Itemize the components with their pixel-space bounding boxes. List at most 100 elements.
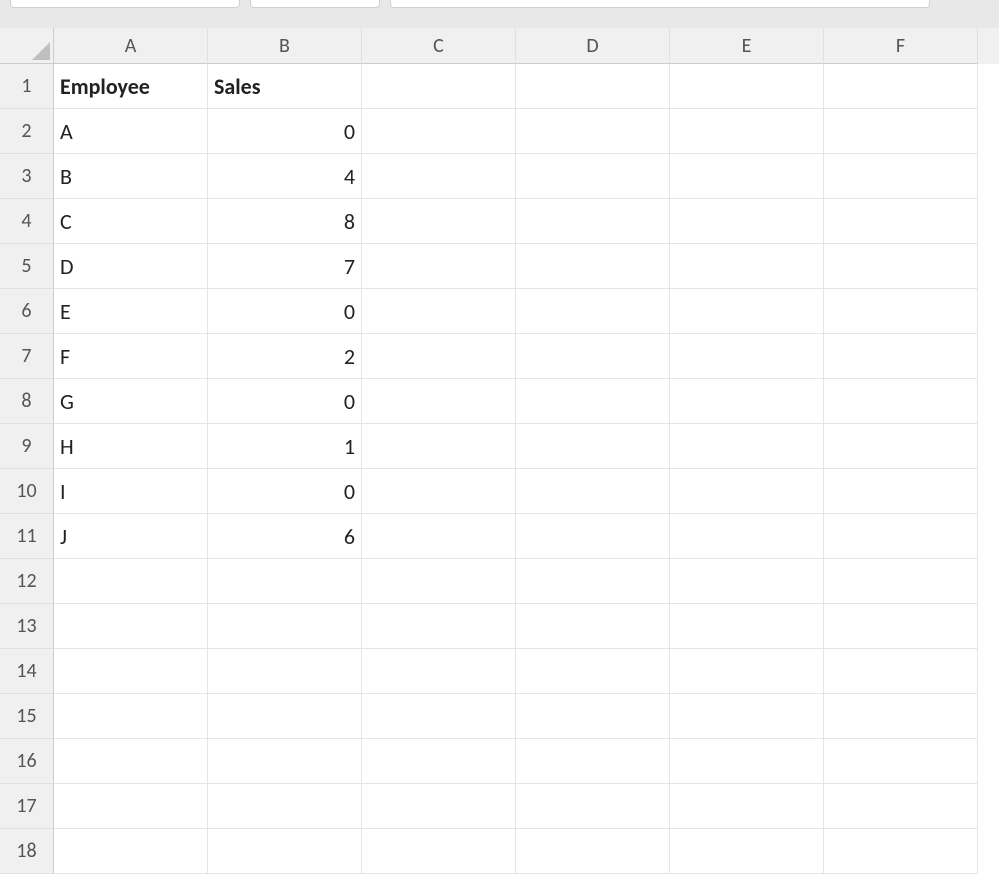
cell-B9[interactable]: 1 <box>208 424 362 469</box>
cell-C15[interactable] <box>362 694 516 739</box>
cell-C8[interactable] <box>362 379 516 424</box>
cell-C7[interactable] <box>362 334 516 379</box>
cell-F15[interactable] <box>824 694 978 739</box>
cell-A5[interactable]: D <box>54 244 208 289</box>
cell-E2[interactable] <box>670 109 824 154</box>
row-header[interactable]: 3 <box>0 154 54 199</box>
cell-E11[interactable] <box>670 514 824 559</box>
cell-E5[interactable] <box>670 244 824 289</box>
cell-D12[interactable] <box>516 559 670 604</box>
cell-D11[interactable] <box>516 514 670 559</box>
row-header[interactable]: 9 <box>0 424 54 469</box>
cell-A4[interactable]: C <box>54 199 208 244</box>
column-header[interactable]: A <box>54 28 208 64</box>
cell-F11[interactable] <box>824 514 978 559</box>
cell-B15[interactable] <box>208 694 362 739</box>
cell-A15[interactable] <box>54 694 208 739</box>
cell-E15[interactable] <box>670 694 824 739</box>
cell-A7[interactable]: F <box>54 334 208 379</box>
cell-D8[interactable] <box>516 379 670 424</box>
cell-B17[interactable] <box>208 784 362 829</box>
cell-D9[interactable] <box>516 424 670 469</box>
cell-B8[interactable]: 0 <box>208 379 362 424</box>
cell-A13[interactable] <box>54 604 208 649</box>
cell-C9[interactable] <box>362 424 516 469</box>
cell-D16[interactable] <box>516 739 670 784</box>
cell-F16[interactable] <box>824 739 978 784</box>
cell-A2[interactable]: A <box>54 109 208 154</box>
row-header[interactable]: 6 <box>0 289 54 334</box>
column-header[interactable]: F <box>824 28 978 64</box>
cell-E13[interactable] <box>670 604 824 649</box>
cell-D1[interactable] <box>516 64 670 109</box>
row-header[interactable]: 5 <box>0 244 54 289</box>
cell-F12[interactable] <box>824 559 978 604</box>
cell-A6[interactable]: E <box>54 289 208 334</box>
cell-C14[interactable] <box>362 649 516 694</box>
cell-A12[interactable] <box>54 559 208 604</box>
cell-F8[interactable] <box>824 379 978 424</box>
cell-B7[interactable]: 2 <box>208 334 362 379</box>
cell-F3[interactable] <box>824 154 978 199</box>
cell-D5[interactable] <box>516 244 670 289</box>
row-header[interactable]: 8 <box>0 379 54 424</box>
cell-D17[interactable] <box>516 784 670 829</box>
cell-B5[interactable]: 7 <box>208 244 362 289</box>
column-header[interactable]: B <box>208 28 362 64</box>
cell-D18[interactable] <box>516 829 670 874</box>
cell-A17[interactable] <box>54 784 208 829</box>
cell-A9[interactable]: H <box>54 424 208 469</box>
cell-F9[interactable] <box>824 424 978 469</box>
row-header[interactable]: 11 <box>0 514 54 559</box>
cell-C3[interactable] <box>362 154 516 199</box>
cell-C1[interactable] <box>362 64 516 109</box>
row-header[interactable]: 14 <box>0 649 54 694</box>
cell-D13[interactable] <box>516 604 670 649</box>
row-header[interactable]: 13 <box>0 604 54 649</box>
cell-B14[interactable] <box>208 649 362 694</box>
row-header[interactable]: 7 <box>0 334 54 379</box>
cell-C18[interactable] <box>362 829 516 874</box>
cell-B13[interactable] <box>208 604 362 649</box>
cell-F18[interactable] <box>824 829 978 874</box>
cell-D10[interactable] <box>516 469 670 514</box>
row-header[interactable]: 15 <box>0 694 54 739</box>
cell-F1[interactable] <box>824 64 978 109</box>
cell-F5[interactable] <box>824 244 978 289</box>
cell-A3[interactable]: B <box>54 154 208 199</box>
cell-E3[interactable] <box>670 154 824 199</box>
cell-E4[interactable] <box>670 199 824 244</box>
cell-E1[interactable] <box>670 64 824 109</box>
row-header[interactable]: 1 <box>0 64 54 109</box>
cell-B11[interactable]: 6 <box>208 514 362 559</box>
cell-E6[interactable] <box>670 289 824 334</box>
cell-C13[interactable] <box>362 604 516 649</box>
cell-F6[interactable] <box>824 289 978 334</box>
cell-D2[interactable] <box>516 109 670 154</box>
row-header[interactable]: 18 <box>0 829 54 874</box>
cell-C6[interactable] <box>362 289 516 334</box>
cell-C12[interactable] <box>362 559 516 604</box>
cell-E17[interactable] <box>670 784 824 829</box>
cell-C11[interactable] <box>362 514 516 559</box>
cell-B12[interactable] <box>208 559 362 604</box>
cell-B10[interactable]: 0 <box>208 469 362 514</box>
cell-E16[interactable] <box>670 739 824 784</box>
cell-F13[interactable] <box>824 604 978 649</box>
cell-A11[interactable]: J <box>54 514 208 559</box>
cell-C16[interactable] <box>362 739 516 784</box>
select-all-corner[interactable] <box>0 28 54 64</box>
cell-F7[interactable] <box>824 334 978 379</box>
cell-E18[interactable] <box>670 829 824 874</box>
cell-D6[interactable] <box>516 289 670 334</box>
cell-F17[interactable] <box>824 784 978 829</box>
row-header[interactable]: 4 <box>0 199 54 244</box>
cell-B6[interactable]: 0 <box>208 289 362 334</box>
cell-D14[interactable] <box>516 649 670 694</box>
column-header[interactable]: D <box>516 28 670 64</box>
cell-F4[interactable] <box>824 199 978 244</box>
cell-D3[interactable] <box>516 154 670 199</box>
cell-D4[interactable] <box>516 199 670 244</box>
cell-C4[interactable] <box>362 199 516 244</box>
cell-C5[interactable] <box>362 244 516 289</box>
